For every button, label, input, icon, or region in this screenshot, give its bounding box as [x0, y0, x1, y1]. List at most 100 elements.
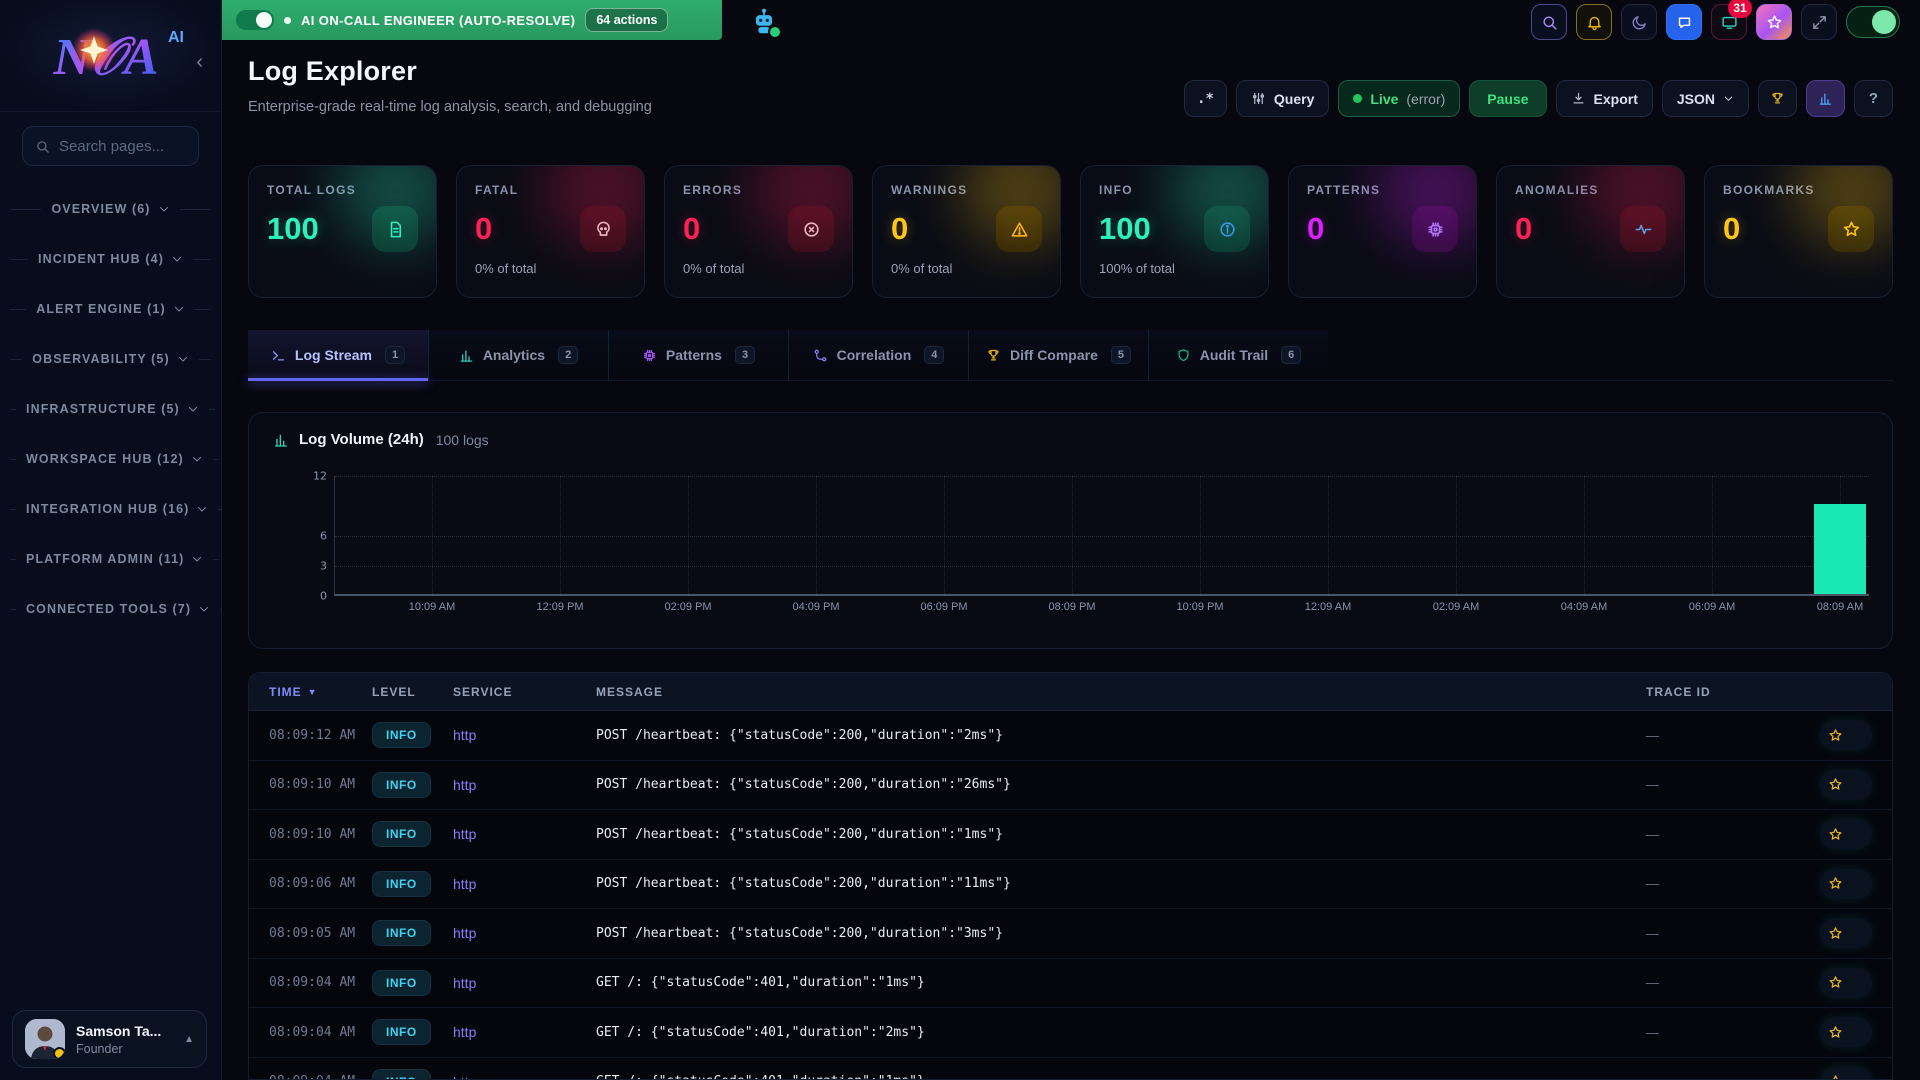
- stat-card-bookmarks[interactable]: BOOKMARKS 0: [1704, 165, 1893, 298]
- chart-header: Log Volume (24h) 100 logs: [249, 413, 1892, 448]
- volume-bar[interactable]: [1814, 504, 1866, 594]
- bookmark-row-button[interactable]: [1820, 819, 1872, 849]
- column-header-service[interactable]: SERVICE: [453, 685, 596, 699]
- table-row[interactable]: 08:09:04 AM INFO http GET /: {"statusCod…: [249, 959, 1892, 1009]
- moon-button[interactable]: [1621, 4, 1657, 40]
- sidebar-item-platform-admin-11[interactable]: PLATFORM ADMIN (11): [0, 534, 221, 584]
- log-volume-chart[interactable]: 1263010:09 AM12:09 PM02:09 PM04:09 PM06:…: [334, 476, 1869, 596]
- bookmark-row-button[interactable]: [1820, 918, 1872, 948]
- divider: [10, 309, 26, 310]
- log-service: http: [453, 876, 596, 892]
- bookmark-row-button[interactable]: [1820, 770, 1872, 800]
- bookmark-row-button[interactable]: [1820, 968, 1872, 998]
- column-header-trace-id[interactable]: TRACE ID: [1646, 685, 1816, 699]
- star-icon: [1828, 728, 1843, 743]
- log-level-badge: INFO: [372, 821, 431, 847]
- log-time: 08:09:04 AM: [269, 1074, 372, 1080]
- table-row[interactable]: 08:09:10 AM INFO http POST /heartbeat: {…: [249, 761, 1892, 811]
- theme-toggle[interactable]: [1846, 6, 1900, 38]
- tab-correlation[interactable]: Correlation 4: [788, 330, 968, 380]
- gridline: [1456, 476, 1457, 594]
- cast-button[interactable]: 31: [1711, 4, 1747, 40]
- chevron-down-icon: [177, 353, 189, 365]
- svg-text:AI: AI: [168, 29, 184, 46]
- log-level-badge: INFO: [372, 1069, 431, 1080]
- tab-label: Analytics: [483, 347, 545, 363]
- sidebar-item-alert-engine-1[interactable]: ALERT ENGINE (1): [0, 284, 221, 334]
- bookmark-row-button[interactable]: [1820, 869, 1872, 899]
- tab-diff-compare[interactable]: Diff Compare 5: [968, 330, 1148, 380]
- search-button[interactable]: [1531, 4, 1567, 40]
- help-button[interactable]: ?: [1854, 80, 1893, 117]
- table-header: TIME ▼LEVELSERVICEMESSAGETRACE ID: [249, 673, 1892, 711]
- gridline: [1328, 476, 1329, 594]
- table-row[interactable]: 08:09:12 AM INFO http POST /heartbeat: {…: [249, 711, 1892, 761]
- log-level-badge: INFO: [372, 920, 431, 946]
- divider: [10, 359, 22, 360]
- stat-card-anomalies[interactable]: ANOMALIES 0: [1496, 165, 1685, 298]
- gridline: [560, 476, 561, 594]
- sidebar-item-observability-5[interactable]: OBSERVABILITY (5): [0, 334, 221, 384]
- tab-analytics[interactable]: Analytics 2: [428, 330, 608, 380]
- log-service: http: [453, 925, 596, 941]
- achievements-button[interactable]: [1758, 80, 1797, 117]
- live-status-button[interactable]: Live (error): [1338, 80, 1460, 117]
- star-button[interactable]: [1756, 4, 1792, 40]
- chat-button[interactable]: [1666, 4, 1702, 40]
- moon-icon: [1631, 14, 1648, 31]
- chevron-down-icon: [173, 303, 185, 315]
- stat-value: 0: [683, 211, 700, 247]
- format-select[interactable]: JSON: [1662, 80, 1749, 117]
- table-row[interactable]: 08:09:04 AM INFO http GET /: {"statusCod…: [249, 1058, 1892, 1080]
- sort-desc-icon: ▼: [308, 687, 318, 697]
- app-logo[interactable]: N𝒪A AI: [0, 0, 221, 112]
- bookmark-row-button[interactable]: [1820, 720, 1872, 750]
- chart-view-button[interactable]: [1806, 80, 1845, 117]
- bookmark-row-button[interactable]: [1820, 1067, 1872, 1080]
- oncall-toggle[interactable]: [236, 10, 274, 30]
- column-header-level[interactable]: LEVEL: [372, 685, 453, 699]
- expand-button[interactable]: [1801, 4, 1837, 40]
- stat-card-total-logs[interactable]: TOTAL LOGS 100: [248, 165, 437, 298]
- sidebar-collapse-button[interactable]: ‹: [196, 54, 203, 70]
- sidebar-item-label: INFRASTRUCTURE (5): [26, 402, 180, 416]
- stat-card-errors[interactable]: ERRORS 0 0% of total: [664, 165, 853, 298]
- bell-button[interactable]: [1576, 4, 1612, 40]
- query-button[interactable]: Query: [1236, 80, 1329, 117]
- sidebar-item-overview-6[interactable]: OVERVIEW (6): [0, 184, 221, 234]
- divider: [213, 459, 219, 460]
- stat-card-info[interactable]: INFO 100 100% of total: [1080, 165, 1269, 298]
- sidebar-item-integration-hub-16[interactable]: INTEGRATION HUB (16): [0, 484, 221, 534]
- stat-card-warnings[interactable]: WARNINGS 0 0% of total: [872, 165, 1061, 298]
- table-row[interactable]: 08:09:05 AM INFO http POST /heartbeat: {…: [249, 909, 1892, 959]
- sidebar-item-connected-tools-7[interactable]: CONNECTED TOOLS (7): [0, 584, 221, 634]
- ai-assistant-button[interactable]: [744, 2, 784, 42]
- bookmark-row-button[interactable]: [1820, 1017, 1872, 1047]
- table-row[interactable]: 08:09:10 AM INFO http POST /heartbeat: {…: [249, 810, 1892, 860]
- table-row[interactable]: 08:09:04 AM INFO http GET /: {"statusCod…: [249, 1008, 1892, 1058]
- sidebar-item-incident-hub-4[interactable]: INCIDENT HUB (4): [0, 234, 221, 284]
- search-input[interactable]: [59, 138, 186, 155]
- tab-patterns[interactable]: Patterns 3: [608, 330, 788, 380]
- log-time: 08:09:04 AM: [269, 1025, 372, 1040]
- table-row[interactable]: 08:09:06 AM INFO http POST /heartbeat: {…: [249, 860, 1892, 910]
- divider: [10, 409, 16, 410]
- stat-value: 0: [1723, 211, 1740, 247]
- stat-card-patterns[interactable]: PATTERNS 0: [1288, 165, 1477, 298]
- column-header-message[interactable]: MESSAGE: [596, 685, 1646, 699]
- tab-audit-trail[interactable]: Audit Trail 6: [1148, 330, 1328, 380]
- log-message: GET /: {"statusCode":401,"duration":"1ms…: [596, 975, 1646, 990]
- sidebar-item-label: PLATFORM ADMIN (11): [26, 552, 184, 566]
- oncall-actions-badge[interactable]: 64 actions: [585, 8, 668, 32]
- export-button[interactable]: Export: [1556, 80, 1653, 117]
- sidebar-item-workspace-hub-12[interactable]: WORKSPACE HUB (12): [0, 434, 221, 484]
- tab-log-stream[interactable]: Log Stream 1: [248, 330, 428, 380]
- column-header-time[interactable]: TIME ▼: [269, 685, 372, 699]
- user-card[interactable]: Samson Ta... Founder ▲: [12, 1010, 207, 1068]
- log-time: 08:09:04 AM: [269, 975, 372, 990]
- chip-icon: [642, 348, 657, 363]
- sidebar-item-infrastructure-5[interactable]: INFRASTRUCTURE (5): [0, 384, 221, 434]
- pause-button[interactable]: Pause: [1469, 80, 1546, 117]
- regex-button[interactable]: .*: [1184, 80, 1227, 117]
- stat-card-fatal[interactable]: FATAL 0 0% of total: [456, 165, 645, 298]
